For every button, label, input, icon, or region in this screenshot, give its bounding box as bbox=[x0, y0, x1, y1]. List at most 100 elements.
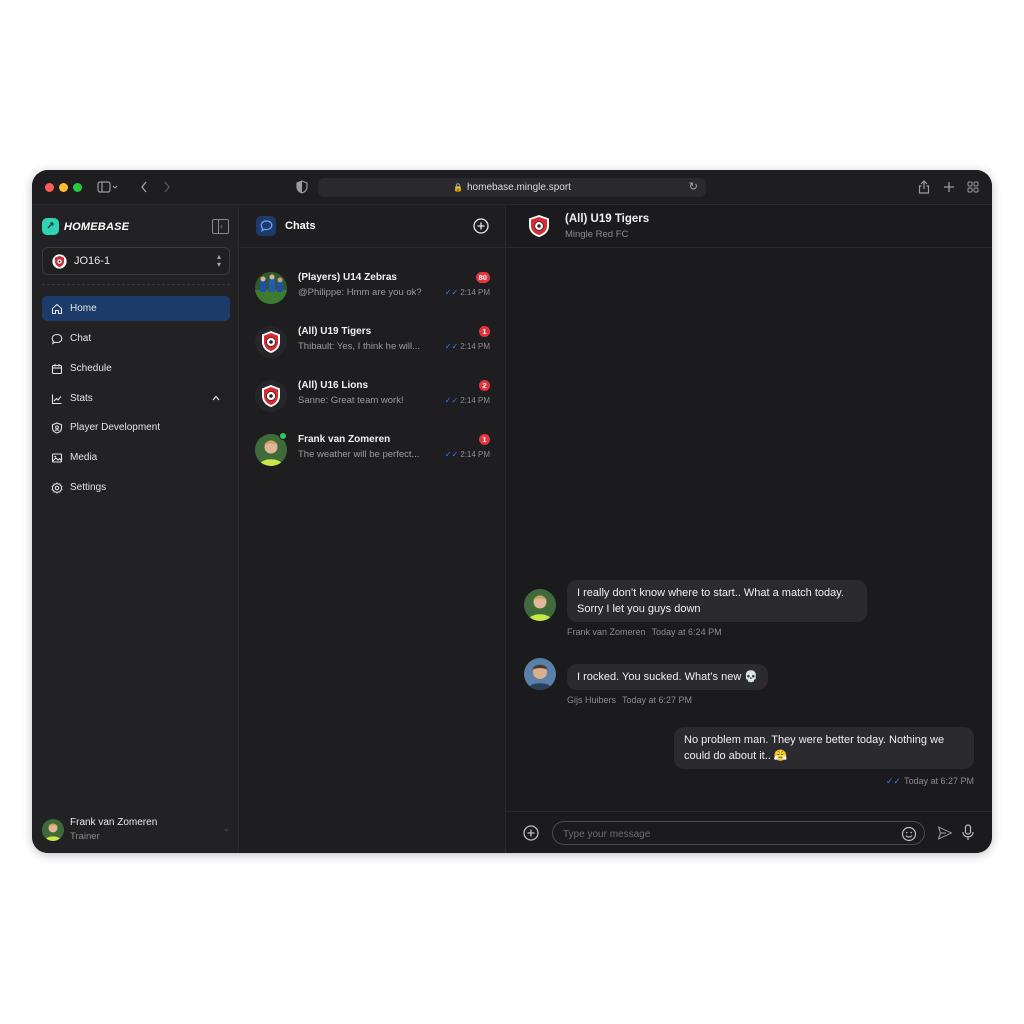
sidebar-item-chat[interactable]: Chat bbox=[42, 326, 230, 351]
message-text: No problem man. They were better today. … bbox=[684, 734, 945, 762]
stats-icon bbox=[51, 394, 62, 404]
chevron-up-icon[interactable] bbox=[211, 393, 221, 403]
share-icon[interactable] bbox=[918, 180, 930, 194]
microphone-icon[interactable] bbox=[962, 824, 974, 841]
team-select-value: JO16-1 bbox=[74, 255, 111, 267]
sidebar-item-label: Schedule bbox=[70, 363, 112, 374]
chevron-up-down-icon: ▴ ▾ bbox=[216, 252, 221, 269]
lock-icon: 🔒 bbox=[453, 183, 463, 192]
user-profile[interactable]: Frank van Zomeren Trainer ⌄ bbox=[42, 817, 230, 845]
chat-bubble-icon bbox=[256, 216, 276, 236]
message-text: I really don’t know where to start.. Wha… bbox=[577, 587, 844, 615]
double-check-icon: ✓✓ bbox=[444, 342, 459, 351]
message-time: Today at 6:27 PM bbox=[622, 695, 693, 705]
message-meta: ✓✓ Today at 6:27 PM bbox=[886, 776, 974, 787]
chat-list-item[interactable]: Frank van Zomeren The weather will be pe… bbox=[239, 428, 506, 474]
message-author: Frank van Zomeren bbox=[567, 627, 646, 637]
chat-name: (All) U16 Lions bbox=[298, 380, 369, 391]
sidebar: ↗ HOMEBASE ‹ JO16-1 ▴ ▾ Home Chat Schedul… bbox=[32, 205, 239, 853]
url-text: homebase.mingle.sport bbox=[467, 182, 571, 193]
message-author: Gijs Huibers bbox=[567, 695, 617, 705]
chat-time: ✓✓ 2:14 PM bbox=[444, 396, 490, 405]
unread-badge: 80 bbox=[475, 272, 490, 283]
sidebar-item-label: Home bbox=[70, 303, 97, 314]
close-window-button[interactable] bbox=[45, 183, 54, 192]
divider bbox=[42, 284, 230, 285]
emoji-icon[interactable] bbox=[901, 826, 917, 842]
send-icon[interactable] bbox=[937, 825, 953, 841]
privacy-shield-icon[interactable] bbox=[296, 180, 308, 194]
unread-badge: 1 bbox=[479, 434, 490, 445]
avatar bbox=[524, 589, 556, 621]
chat-time: ✓✓ 2:14 PM bbox=[444, 342, 490, 351]
double-check-icon: ✓✓ bbox=[885, 776, 901, 786]
sidebar-item-player-development[interactable]: Player Development bbox=[42, 415, 230, 440]
new-chat-button[interactable] bbox=[473, 218, 489, 234]
address-bar[interactable]: 🔒 homebase.mingle.sport ↻ bbox=[318, 178, 706, 197]
own-message-bubble: No problem man. They were better today. … bbox=[674, 727, 974, 769]
zoom-window-button[interactable] bbox=[73, 183, 82, 192]
forward-icon[interactable] bbox=[162, 180, 172, 194]
reload-icon[interactable]: ↻ bbox=[689, 178, 698, 197]
avatar bbox=[255, 272, 287, 304]
media-icon bbox=[51, 452, 63, 463]
sidebar-item-label: Settings bbox=[70, 482, 107, 493]
chat-list-item[interactable]: (All) U16 Lions Sanne: Great team work! … bbox=[239, 374, 506, 420]
home-icon bbox=[51, 303, 63, 314]
chat-name: (Players) U14 Zebras bbox=[298, 272, 397, 283]
browser-window: 🔒 homebase.mingle.sport ↻ ↗ HOMEBASE ‹ JO… bbox=[32, 170, 992, 853]
chat-time: ✓✓ 2:14 PM bbox=[444, 288, 490, 297]
sidebar-item-stats[interactable]: Stats bbox=[42, 386, 230, 411]
chat-list-title: Chats bbox=[285, 220, 316, 232]
club-crest-avatar bbox=[255, 326, 287, 358]
sidebar-item-label: Stats bbox=[70, 393, 93, 404]
sidebar-item-settings[interactable]: Settings bbox=[42, 475, 230, 500]
sidebar-item-label: Chat bbox=[70, 333, 92, 344]
message-input[interactable] bbox=[563, 826, 883, 842]
chat-icon bbox=[51, 333, 63, 345]
new-tab-icon[interactable] bbox=[943, 180, 955, 194]
attach-button[interactable] bbox=[523, 825, 539, 841]
sidebar-toggle-icon[interactable] bbox=[97, 180, 119, 194]
conversation-title: (All) U19 Tigers bbox=[565, 213, 650, 225]
chat-preview: Sanne: Great team work! bbox=[298, 395, 404, 406]
double-check-icon: ✓✓ bbox=[444, 288, 459, 297]
chevron-down-icon[interactable]: ⌄ bbox=[222, 823, 230, 834]
brand[interactable]: ↗ HOMEBASE bbox=[42, 218, 129, 235]
online-indicator bbox=[279, 432, 287, 440]
browser-toolbar: 🔒 homebase.mingle.sport ↻ bbox=[32, 170, 992, 205]
avatar bbox=[42, 819, 64, 841]
chat-list-panel: Chats (Players) U14 Zebras @Philippe: Hm… bbox=[239, 205, 506, 853]
calendar-icon bbox=[51, 363, 63, 374]
club-crest-icon bbox=[528, 214, 550, 243]
message-time: Today at 6:27 PM bbox=[903, 776, 974, 786]
chat-name: Frank van Zomeren bbox=[298, 434, 391, 445]
sidebar-item-media[interactable]: Media bbox=[42, 445, 230, 470]
message-meta: Gijs Huibers Today at 6:27 PM bbox=[567, 695, 692, 705]
user-role: Trainer bbox=[70, 831, 100, 842]
message-bubble: I really don’t know where to start.. Wha… bbox=[567, 580, 867, 622]
unread-badge: 1 bbox=[479, 326, 490, 337]
sidebar-item-home[interactable]: Home bbox=[42, 296, 230, 321]
sidebar-item-schedule[interactable]: Schedule bbox=[42, 356, 230, 381]
user-name: Frank van Zomeren bbox=[70, 817, 158, 828]
shield-icon bbox=[51, 421, 63, 434]
back-icon[interactable] bbox=[139, 180, 149, 194]
conversation-header: (All) U19 Tigers Mingle Red FC bbox=[506, 205, 992, 248]
tab-overview-icon[interactable] bbox=[967, 180, 979, 194]
chat-list-item[interactable]: (Players) U14 Zebras @Philippe: Hmm are … bbox=[239, 266, 506, 312]
double-check-icon: ✓✓ bbox=[444, 450, 459, 459]
homebase-logo-icon: ↗ bbox=[42, 218, 59, 235]
chat-list-item[interactable]: (All) U19 Tigers Thibault: Yes, I think … bbox=[239, 320, 506, 366]
chat-list-header: Chats bbox=[239, 205, 506, 248]
avatar bbox=[524, 658, 556, 690]
chat-preview: Thibault: Yes, I think he will... bbox=[298, 341, 420, 352]
message-input-wrapper bbox=[552, 821, 925, 845]
team-select[interactable]: JO16-1 ▴ ▾ bbox=[42, 247, 230, 275]
gear-icon bbox=[51, 481, 63, 494]
message-composer bbox=[506, 811, 992, 853]
collapse-sidebar-button[interactable]: ‹ bbox=[212, 219, 229, 234]
chevron-left-icon: ‹ bbox=[220, 221, 223, 231]
chat-preview: The weather will be perfect... bbox=[298, 449, 420, 460]
minimize-window-button[interactable] bbox=[59, 183, 68, 192]
